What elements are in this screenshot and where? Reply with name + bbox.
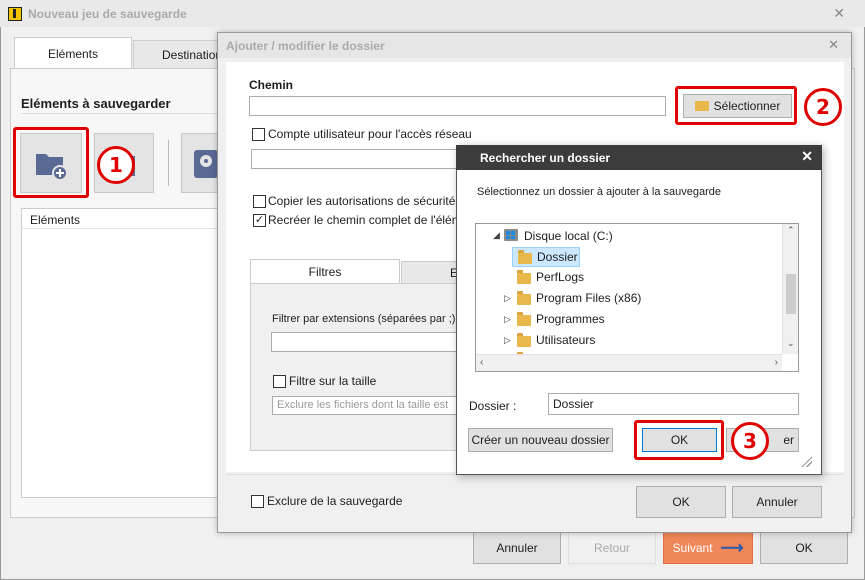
browse-dialog-close-icon[interactable]: ✕: [801, 148, 813, 165]
size-filter-placeholder: Exclure les fichiers dont la taille est: [277, 399, 449, 411]
elements-list-header: Eléments: [22, 209, 220, 229]
folder-tree[interactable]: ◢ Disque local (C:) Dossier PerfLogs ▷ P…: [475, 223, 799, 372]
folder-icon: [517, 312, 531, 326]
copy-security-checkbox[interactable]: [253, 195, 266, 208]
folder-icon: [517, 291, 531, 305]
exclude-checkbox[interactable]: [251, 495, 264, 508]
tree-item-label: Dossier: [537, 250, 578, 264]
filter-ext-input[interactable]: [271, 332, 461, 352]
annotation-box-2: [675, 86, 797, 125]
section-divider: [21, 113, 221, 114]
folder-name-input[interactable]: Dossier: [548, 393, 799, 415]
add-disk-button[interactable]: [181, 133, 221, 193]
tab-destination-label: Destination: [162, 48, 223, 62]
copy-security-label: Copier les autorisations de sécurité (un: [268, 194, 477, 208]
add-dialog-ok-button[interactable]: OK: [636, 486, 726, 518]
add-dialog-cancel-button[interactable]: Annuler: [732, 486, 822, 518]
scroll-up-icon[interactable]: ⌃: [787, 225, 795, 236]
main-window-title: Nouveau jeu de sauvegarde: [28, 6, 187, 21]
tab-filters[interactable]: Filtres: [250, 259, 400, 284]
browse-dialog-title-bar: Rechercher un dossier ✕: [456, 145, 822, 170]
recreate-path-label: Recréer le chemin complet de l'élément: [268, 213, 479, 227]
add-dialog-title-bar: Ajouter / modifier le dossier ✕: [218, 33, 851, 58]
main-back-button[interactable]: Retour: [568, 532, 656, 564]
filter-ext-label: Filtrer par extensions (séparées par ;): [272, 313, 456, 325]
browse-dialog-title: Rechercher un dossier: [480, 150, 611, 165]
collapse-arrow-icon[interactable]: ▷: [504, 335, 511, 346]
scroll-right-icon[interactable]: ›: [775, 357, 778, 368]
tree-horizontal-scrollbar[interactable]: ‹ ›: [476, 354, 782, 371]
recreate-path-checkbox[interactable]: ✓: [253, 214, 266, 227]
annotation-marker-2: 2: [804, 88, 842, 126]
tab-filters-label: Filtres: [308, 265, 342, 279]
main-cancel-button[interactable]: Annuler: [473, 532, 561, 564]
tab-elements-label: Eléments: [47, 46, 99, 61]
size-filter-label: Filtre sur la taille: [289, 374, 377, 388]
browse-instruction: Sélectionnez un dossier à ajouter à la s…: [477, 186, 721, 198]
tree-item-label: Disque local (C:): [524, 229, 613, 243]
tree-item-label: PerfLogs: [536, 270, 585, 284]
size-filter-checkbox[interactable]: [273, 375, 286, 388]
tree-item-drive[interactable]: ◢ Disque local (C:): [476, 226, 782, 246]
tree-item-program-files[interactable]: ▷ Program Files (x86): [502, 289, 722, 309]
annotation-marker-3: 3: [731, 422, 769, 460]
main-close-icon[interactable]: ✕: [833, 5, 845, 22]
disk-icon: [194, 150, 218, 178]
folder-field-label: Dossier :: [469, 399, 517, 413]
tree-item-dossier[interactable]: Dossier: [512, 247, 580, 267]
scroll-down-icon[interactable]: ⌄: [787, 338, 795, 349]
annotation-box-3: [634, 420, 724, 460]
scroll-thumb[interactable]: [786, 274, 796, 314]
main-ok-button[interactable]: OK: [760, 532, 848, 564]
main-next-label: Suivant: [672, 541, 713, 555]
network-account-input[interactable]: [251, 149, 461, 169]
folder-icon: [518, 250, 532, 264]
add-dialog-close-icon[interactable]: ✕: [828, 37, 839, 53]
collapse-arrow-icon[interactable]: ▷: [504, 293, 511, 304]
toolbar-separator: [168, 140, 169, 186]
path-label: Chemin: [249, 78, 294, 92]
elements-list[interactable]: Eléments: [21, 208, 221, 498]
tree-item-label: Program Files (x86): [536, 291, 642, 305]
folder-name-value: Dossier: [553, 397, 594, 411]
annotation-box-1: [13, 127, 89, 198]
main-title-bar: Nouveau jeu de sauvegarde ✕: [0, 0, 865, 27]
tree-item-label: Programmes: [536, 312, 605, 326]
size-filter-input[interactable]: Exclure les fichiers dont la taille est: [272, 396, 461, 415]
collapse-arrow-icon[interactable]: ▷: [504, 314, 511, 325]
section-title: Eléments à sauvegarder: [21, 96, 171, 111]
elements-list-header-label: Eléments: [30, 213, 81, 227]
scroll-left-icon[interactable]: ‹: [480, 357, 483, 368]
tree-vertical-scrollbar[interactable]: ⌃ ⌄: [782, 224, 798, 354]
folder-icon: [517, 270, 531, 284]
tree-item-perflogs[interactable]: PerfLogs: [512, 268, 712, 288]
main-next-button[interactable]: Suivant ⟶: [663, 532, 753, 564]
arrow-right-icon: ⟶: [720, 540, 744, 557]
folder-icon: [517, 333, 531, 347]
exclude-label: Exclure de la sauvegarde: [267, 494, 403, 508]
tree-item-utilisateurs[interactable]: ▷ Utilisateurs: [502, 331, 722, 351]
app-logo-icon: [8, 6, 22, 21]
tree-item-label: Utilisateurs: [536, 333, 596, 347]
path-input[interactable]: [249, 96, 666, 116]
resize-grip-icon[interactable]: [800, 455, 812, 467]
network-account-checkbox[interactable]: [252, 128, 265, 141]
drive-icon: [504, 229, 518, 241]
network-account-label: Compte utilisateur pour l'accès réseau: [268, 127, 472, 141]
tab-elements[interactable]: Eléments: [14, 37, 132, 69]
tree-item-programmes[interactable]: ▷ Programmes: [502, 310, 722, 330]
tab-exclusions[interactable]: E: [401, 261, 461, 284]
new-folder-button[interactable]: Créer un nouveau dossier: [468, 428, 613, 452]
expand-arrow-icon[interactable]: ◢: [493, 230, 500, 241]
add-dialog-title: Ajouter / modifier le dossier: [226, 38, 385, 53]
filters-panel: [250, 283, 460, 451]
annotation-marker-1: 1: [97, 146, 135, 184]
